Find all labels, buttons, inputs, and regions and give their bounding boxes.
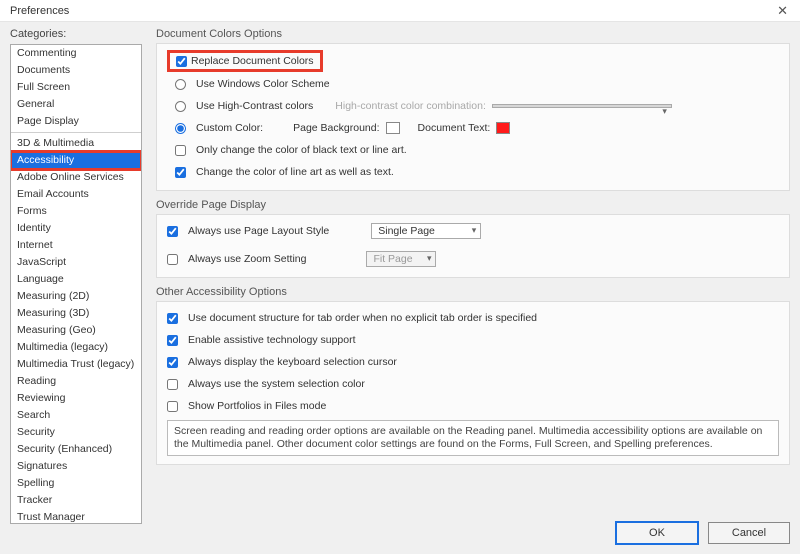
category-item-language[interactable]: Language <box>11 271 141 288</box>
layout-style-select[interactable]: Single Page <box>371 223 481 239</box>
replace-doc-colors-checkbox[interactable] <box>176 56 187 67</box>
use-high-contrast-label: Use High-Contrast colors <box>196 100 313 112</box>
page-background-label: Page Background: <box>293 122 379 134</box>
close-icon[interactable]: ✕ <box>771 1 794 21</box>
category-item-measuring-2d-[interactable]: Measuring (2D) <box>11 288 141 305</box>
categories-label: Categories: <box>10 28 142 40</box>
settings-panel: Document Colors Options Replace Document… <box>142 28 790 544</box>
category-item-multimedia-trust-legacy-[interactable]: Multimedia Trust (legacy) <box>11 356 141 373</box>
accessibility-note: Screen reading and reading order options… <box>167 420 779 456</box>
page-background-swatch[interactable] <box>386 122 400 134</box>
system-selection-color-checkbox[interactable] <box>167 379 178 390</box>
tab-order-label: Use document structure for tab order whe… <box>188 312 537 324</box>
assistive-tech-label: Enable assistive technology support <box>188 334 356 346</box>
category-item-measuring-3d-[interactable]: Measuring (3D) <box>11 305 141 322</box>
category-item-adobe-online-services[interactable]: Adobe Online Services <box>11 169 141 186</box>
category-item-internet[interactable]: Internet <box>11 237 141 254</box>
category-item-documents[interactable]: Documents <box>11 62 141 79</box>
document-text-label: Document Text: <box>418 122 491 134</box>
category-item-measuring-geo-[interactable]: Measuring (Geo) <box>11 322 141 339</box>
always-layout-label: Always use Page Layout Style <box>188 225 329 237</box>
group-title-override: Override Page Display <box>156 199 790 211</box>
system-selection-color-label: Always use the system selection color <box>188 378 365 390</box>
category-item-page-display[interactable]: Page Display <box>11 113 141 130</box>
category-item-signatures[interactable]: Signatures <box>11 458 141 475</box>
replace-doc-colors-highlight: Replace Document Colors <box>167 50 323 72</box>
group-title-document-colors: Document Colors Options <box>156 28 790 40</box>
custom-color-radio[interactable] <box>175 123 186 134</box>
categories-panel: Categories: CommentingDocumentsFull Scre… <box>10 28 142 544</box>
group-override-page-display: Override Page Display Always use Page La… <box>156 199 790 278</box>
category-item-security[interactable]: Security <box>11 424 141 441</box>
always-zoom-label: Always use Zoom Setting <box>188 253 306 265</box>
assistive-tech-checkbox[interactable] <box>167 335 178 346</box>
group-document-colors: Document Colors Options Replace Document… <box>156 28 790 191</box>
category-item-tracker[interactable]: Tracker <box>11 492 141 509</box>
document-text-swatch[interactable] <box>496 122 510 134</box>
dialog-buttons: OK Cancel <box>156 512 790 544</box>
portfolios-label: Show Portfolios in Files mode <box>188 400 326 412</box>
replace-doc-colors-label: Replace Document Colors <box>191 55 314 67</box>
categories-list[interactable]: CommentingDocumentsFull ScreenGeneralPag… <box>10 44 142 524</box>
high-contrast-combo <box>492 104 672 108</box>
category-item-3d-multimedia[interactable]: 3D & Multimedia <box>11 135 141 152</box>
use-high-contrast-radio[interactable] <box>175 101 186 112</box>
custom-color-label: Custom Color: <box>196 122 263 134</box>
category-item-full-screen[interactable]: Full Screen <box>11 79 141 96</box>
titlebar: Preferences ✕ <box>0 0 800 22</box>
category-item-trust-manager[interactable]: Trust Manager <box>11 509 141 524</box>
portfolios-checkbox[interactable] <box>167 401 178 412</box>
change-lineart-label: Change the color of line art as well as … <box>196 166 394 178</box>
ok-button[interactable]: OK <box>616 522 698 544</box>
category-item-security-enhanced-[interactable]: Security (Enhanced) <box>11 441 141 458</box>
zoom-select: Fit Page <box>366 251 436 267</box>
category-item-email-accounts[interactable]: Email Accounts <box>11 186 141 203</box>
dialog-body: Categories: CommentingDocumentsFull Scre… <box>0 22 800 554</box>
always-zoom-checkbox[interactable] <box>167 254 178 265</box>
use-windows-color-label: Use Windows Color Scheme <box>196 78 330 90</box>
category-item-forms[interactable]: Forms <box>11 203 141 220</box>
category-item-accessibility[interactable]: Accessibility <box>11 152 141 169</box>
group-other-accessibility: Other Accessibility Options Use document… <box>156 286 790 465</box>
high-contrast-combo-label: High-contrast color combination: <box>335 100 486 112</box>
category-item-general[interactable]: General <box>11 96 141 113</box>
category-item-multimedia-legacy-[interactable]: Multimedia (legacy) <box>11 339 141 356</box>
category-item-reviewing[interactable]: Reviewing <box>11 390 141 407</box>
tab-order-checkbox[interactable] <box>167 313 178 324</box>
category-item-spelling[interactable]: Spelling <box>11 475 141 492</box>
cancel-button[interactable]: Cancel <box>708 522 790 544</box>
only-black-checkbox[interactable] <box>175 145 186 156</box>
category-item-commenting[interactable]: Commenting <box>11 45 141 62</box>
only-black-label: Only change the color of black text or l… <box>196 144 407 156</box>
category-item-search[interactable]: Search <box>11 407 141 424</box>
keyboard-cursor-checkbox[interactable] <box>167 357 178 368</box>
category-item-identity[interactable]: Identity <box>11 220 141 237</box>
change-lineart-checkbox[interactable] <box>175 167 186 178</box>
window-title: Preferences <box>10 5 69 17</box>
group-title-other: Other Accessibility Options <box>156 286 790 298</box>
category-item-javascript[interactable]: JavaScript <box>11 254 141 271</box>
keyboard-cursor-label: Always display the keyboard selection cu… <box>188 356 397 368</box>
category-item-reading[interactable]: Reading <box>11 373 141 390</box>
always-layout-checkbox[interactable] <box>167 226 178 237</box>
use-windows-color-radio[interactable] <box>175 79 186 90</box>
